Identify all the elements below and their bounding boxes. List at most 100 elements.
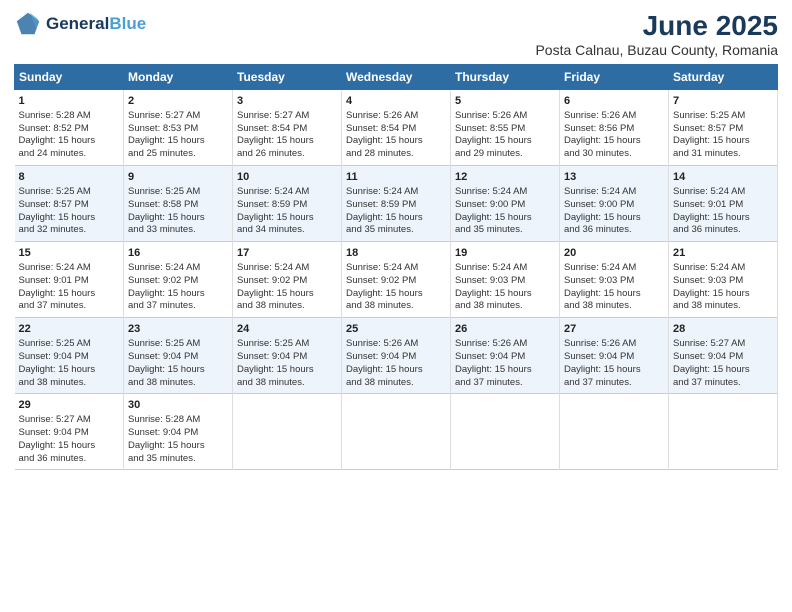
col-sunday: Sunday: [15, 65, 124, 90]
day-info-line: Sunset: 9:02 PM: [346, 275, 446, 288]
calendar-table: Sunday Monday Tuesday Wednesday Thursday…: [14, 64, 778, 470]
day-info-line: Daylight: 15 hours: [237, 288, 337, 301]
day-info-line: Sunset: 9:04 PM: [19, 427, 120, 440]
day-info-line: and 38 minutes.: [128, 377, 228, 390]
day-number: 23: [128, 322, 228, 337]
day-info-line: and 36 minutes.: [564, 224, 664, 237]
day-info-line: and 31 minutes.: [673, 148, 773, 161]
table-row: 22Sunrise: 5:25 AMSunset: 9:04 PMDayligh…: [15, 318, 778, 394]
table-row: 1Sunrise: 5:28 AMSunset: 8:52 PM Daylight…: [15, 90, 778, 166]
table-row: 15Sunrise: 5:24 AMSunset: 9:01 PMDayligh…: [15, 242, 778, 318]
day-info-line: Sunset: 8:56 PM: [564, 123, 664, 136]
list-item: 10Sunrise: 5:24 AMSunset: 8:59 PMDayligh…: [233, 166, 342, 242]
day-info-line: and 36 minutes.: [19, 453, 120, 466]
list-item: 26Sunrise: 5:26 AMSunset: 9:04 PMDayligh…: [451, 318, 560, 394]
day-number: 26: [455, 322, 555, 337]
day-info-line: Daylight: 15 hours: [455, 364, 555, 377]
day-info-line: and 37 minutes.: [564, 377, 664, 390]
day-info-line: Daylight: 15 hours: [673, 135, 773, 148]
day-info-line: Sunset: 9:04 PM: [564, 351, 664, 364]
day-info-line: Daylight: 15 hours: [128, 288, 228, 301]
day-info-line: Sunrise: 5:25 AM: [237, 338, 337, 351]
day-info-line: Daylight: 15 hours: [564, 288, 664, 301]
col-tuesday: Tuesday: [233, 65, 342, 90]
day-info-line: Sunset: 9:00 PM: [564, 199, 664, 212]
day-info-line: Sunrise: 5:24 AM: [564, 186, 664, 199]
day-info-line: Sunset: 9:04 PM: [673, 351, 773, 364]
day-info-line: and 30 minutes.: [564, 148, 664, 161]
day-info-line: Daylight: 15 hours: [673, 212, 773, 225]
logo: General Blue: [14, 10, 146, 38]
list-item: 17Sunrise: 5:24 AMSunset: 9:02 PMDayligh…: [233, 242, 342, 318]
list-item: 4Sunrise: 5:26 AMSunset: 8:54 PMDaylight…: [342, 90, 451, 166]
day-info-line: and 34 minutes.: [237, 224, 337, 237]
header-row: Sunday Monday Tuesday Wednesday Thursday…: [15, 65, 778, 90]
day-info-line: Sunset: 8:53 PM: [128, 123, 228, 136]
day-info-line: Sunrise: 5:27 AM: [673, 338, 773, 351]
day-number: 7: [673, 94, 773, 109]
day-number: 15: [19, 246, 120, 261]
list-item: 18Sunrise: 5:24 AMSunset: 9:02 PMDayligh…: [342, 242, 451, 318]
day-info-line: and 37 minutes.: [128, 300, 228, 313]
day-number: 21: [673, 246, 773, 261]
list-item: 12Sunrise: 5:24 AMSunset: 9:00 PMDayligh…: [451, 166, 560, 242]
day-info-line: Sunset: 9:04 PM: [19, 351, 120, 364]
day-info-line: Daylight: 15 hours: [564, 212, 664, 225]
day-number: 28: [673, 322, 773, 337]
logo-blue: Blue: [109, 14, 146, 34]
day-info-line: Sunrise: 5:28 AM: [19, 110, 120, 123]
day-info-line: and 38 minutes.: [237, 377, 337, 390]
day-info-line: Daylight: 15 hours: [19, 364, 120, 377]
day-number: 18: [346, 246, 446, 261]
day-info-line: Sunset: 8:59 PM: [346, 199, 446, 212]
day-number: 19: [455, 246, 555, 261]
day-info-line: Sunset: 8:54 PM: [346, 123, 446, 136]
day-number: 29: [19, 398, 120, 413]
day-number: 20: [564, 246, 664, 261]
list-item: [669, 394, 778, 470]
day-info-line: Sunrise: 5:27 AM: [128, 110, 228, 123]
day-info-line: Sunrise: 5:25 AM: [19, 338, 120, 351]
day-info-line: and 38 minutes.: [564, 300, 664, 313]
day-info-line: and 33 minutes.: [128, 224, 228, 237]
day-info-line: Daylight: 15 hours: [564, 135, 664, 148]
day-info-line: and 38 minutes.: [346, 377, 446, 390]
day-info-line: Sunrise: 5:24 AM: [564, 262, 664, 275]
day-number: 12: [455, 170, 555, 185]
day-info-line: and 38 minutes.: [237, 300, 337, 313]
day-info-line: Sunset: 9:03 PM: [673, 275, 773, 288]
day-info-line: Sunrise: 5:24 AM: [19, 262, 120, 275]
col-monday: Monday: [124, 65, 233, 90]
day-info-line: Sunrise: 5:25 AM: [673, 110, 773, 123]
list-item: 6Sunrise: 5:26 AMSunset: 8:56 PMDaylight…: [560, 90, 669, 166]
day-info-line: Sunrise: 5:26 AM: [455, 338, 555, 351]
list-item: 19Sunrise: 5:24 AMSunset: 9:03 PMDayligh…: [451, 242, 560, 318]
day-info-line: Sunset: 8:57 PM: [673, 123, 773, 136]
day-info-line: Daylight: 15 hours: [673, 364, 773, 377]
day-info-line: Sunset: 8:52 PM: [19, 123, 120, 136]
day-info-line: Sunrise: 5:27 AM: [237, 110, 337, 123]
day-info-line: Daylight: 15 hours: [346, 135, 446, 148]
day-info-line: Sunset: 8:57 PM: [19, 199, 120, 212]
day-number: 4: [346, 94, 446, 109]
day-info-line: Sunrise: 5:24 AM: [673, 262, 773, 275]
day-number: 1: [19, 94, 120, 109]
day-number: 9: [128, 170, 228, 185]
day-info-line: and 26 minutes.: [237, 148, 337, 161]
day-number: 27: [564, 322, 664, 337]
day-info-line: Sunset: 8:59 PM: [237, 199, 337, 212]
list-item: 25Sunrise: 5:26 AMSunset: 9:04 PMDayligh…: [342, 318, 451, 394]
list-item: [451, 394, 560, 470]
day-info-line: Daylight: 15 hours: [346, 288, 446, 301]
day-info-line: Sunrise: 5:24 AM: [455, 186, 555, 199]
day-number: 10: [237, 170, 337, 185]
day-info-line: and 35 minutes.: [455, 224, 555, 237]
list-item: 7Sunrise: 5:25 AMSunset: 8:57 PMDaylight…: [669, 90, 778, 166]
day-info-line: Daylight: 15 hours: [128, 440, 228, 453]
logo-general: General: [46, 14, 109, 34]
day-info-line: Sunrise: 5:25 AM: [128, 186, 228, 199]
day-info-line: Daylight: 15 hours: [128, 364, 228, 377]
day-number: 6: [564, 94, 664, 109]
day-info-line: Daylight: 15 hours: [19, 440, 120, 453]
list-item: 22Sunrise: 5:25 AMSunset: 9:04 PMDayligh…: [15, 318, 124, 394]
